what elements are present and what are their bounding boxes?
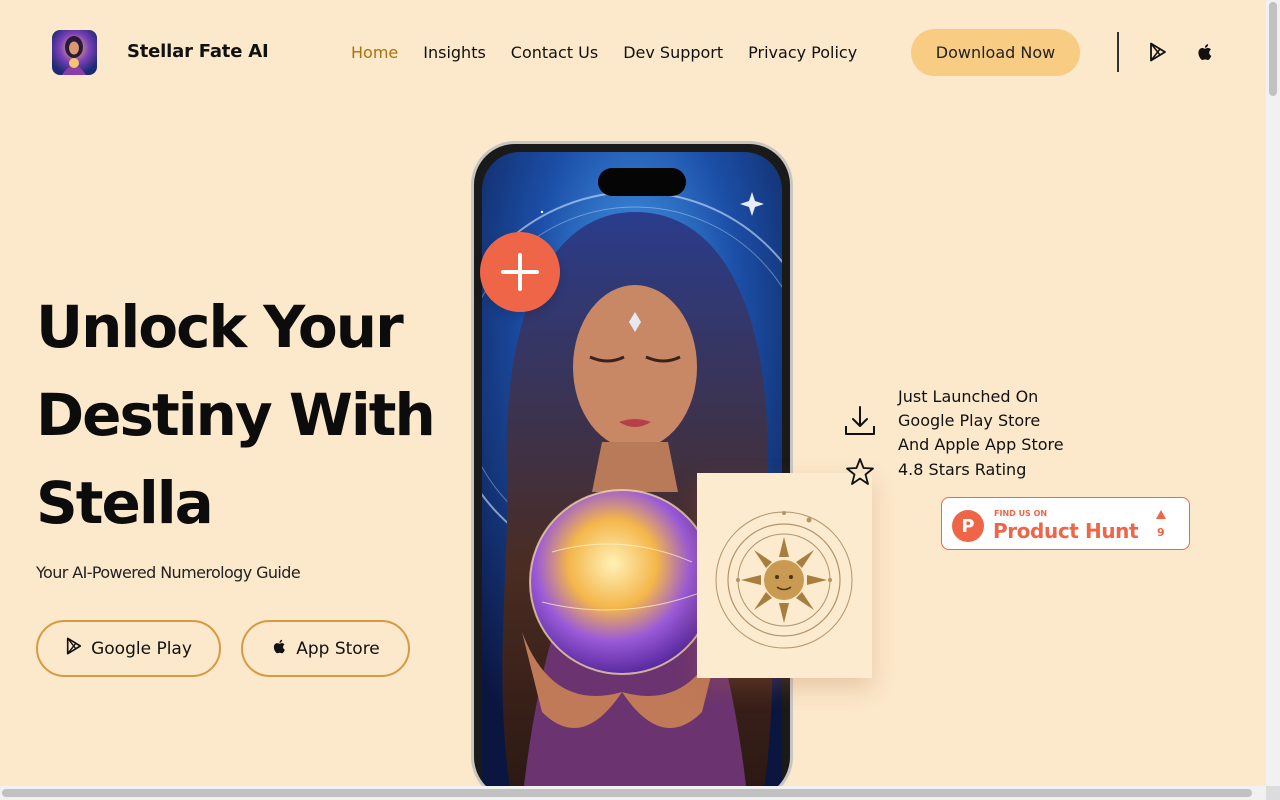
hero-title-line-1: Unlock Your: [36, 293, 404, 361]
phone-notch: [598, 168, 686, 196]
apple-icon: [271, 638, 288, 660]
google-play-button[interactable]: Google Play: [36, 620, 221, 677]
launch-line-1: Just Launched On: [898, 387, 1039, 406]
zodiac-sun-card: [697, 473, 872, 678]
hero-title-line-2: Destiny With: [36, 381, 436, 449]
download-icon: [843, 404, 877, 438]
hero-title: Unlock Your Destiny With Stella: [36, 283, 456, 547]
google-play-label: Google Play: [91, 638, 192, 659]
nav-dev-support[interactable]: Dev Support: [623, 43, 723, 62]
apple-icon[interactable]: [1195, 42, 1215, 62]
product-hunt-logo-icon: P: [952, 510, 984, 542]
hero-title-line-3: Stella: [36, 469, 214, 537]
main-nav: Home Insights Contact Us Dev Support Pri…: [351, 43, 857, 62]
product-hunt-title: Product Hunt: [993, 519, 1139, 543]
vertical-scrollbar-thumb[interactable]: [1269, 2, 1277, 96]
header-divider: [1117, 32, 1119, 72]
vertical-scrollbar[interactable]: [1266, 0, 1280, 786]
rating-text: 4.8 Stars Rating: [898, 460, 1027, 479]
scrollbar-corner: [1266, 786, 1280, 800]
plus-icon: [501, 253, 539, 291]
product-hunt-small-text: FIND US ON: [994, 509, 1048, 518]
brand-name[interactable]: Stellar Fate AI: [127, 41, 269, 62]
plus-button[interactable]: [480, 232, 560, 312]
hero-subtitle: Your AI-Powered Numerology Guide: [36, 563, 301, 582]
app-store-button[interactable]: App Store: [241, 620, 410, 677]
nav-home[interactable]: Home: [351, 43, 398, 62]
download-now-button[interactable]: Download Now: [911, 29, 1080, 76]
header: Stellar Fate AI Home Insights Contact Us…: [0, 0, 1266, 105]
upvote-count: 9: [1157, 526, 1165, 539]
launch-line-2: Google Play Store: [898, 411, 1041, 430]
app-logo[interactable]: [52, 30, 97, 75]
nav-insights[interactable]: Insights: [423, 43, 486, 62]
launch-info: Just Launched On Google Play Store And A…: [898, 385, 1064, 457]
google-play-icon: [65, 637, 83, 660]
app-store-label: App Store: [296, 638, 380, 659]
google-play-icon[interactable]: [1148, 42, 1168, 62]
nav-contact-us[interactable]: Contact Us: [511, 43, 598, 62]
product-hunt-badge[interactable]: P FIND US ON Product Hunt 9: [941, 497, 1190, 550]
star-icon: [845, 457, 875, 487]
upvote-triangle-icon: [1156, 510, 1166, 519]
sun-zodiac-icon: [715, 511, 853, 649]
page: Stellar Fate AI Home Insights Contact Us…: [0, 0, 1266, 786]
launch-line-3: And Apple App Store: [898, 435, 1064, 454]
nav-privacy-policy[interactable]: Privacy Policy: [748, 43, 857, 62]
horizontal-scrollbar-thumb[interactable]: [2, 789, 1252, 797]
horizontal-scrollbar[interactable]: [0, 786, 1266, 800]
